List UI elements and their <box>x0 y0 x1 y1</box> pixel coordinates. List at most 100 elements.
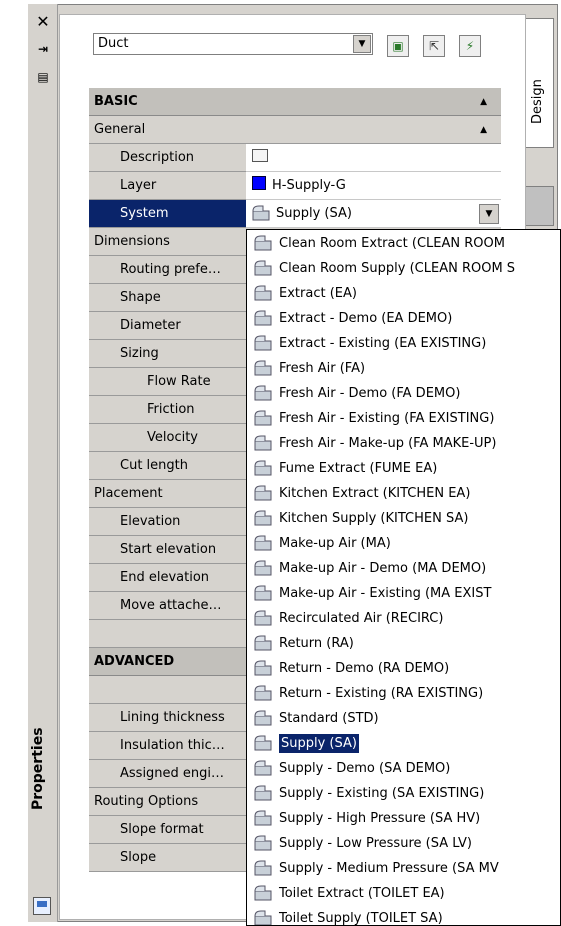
system-option[interactable]: Toilet Supply (TOILET SA) <box>247 906 560 925</box>
duct-system-icon <box>254 635 272 651</box>
toggle-pickadd-icon[interactable]: ▣ <box>387 35 409 57</box>
velocity-label: Velocity <box>89 424 246 452</box>
system-option[interactable]: Return (RA) <box>247 631 560 656</box>
duct-system-icon <box>254 735 272 751</box>
tab-design[interactable]: Design <box>526 18 554 148</box>
system-option[interactable]: Extract - Demo (EA DEMO) <box>247 306 560 331</box>
system-option-label: Clean Room Supply (CLEAN ROOM S <box>279 261 516 276</box>
friction-label: Friction <box>89 396 246 424</box>
move-attached-label: Move attache… <box>89 592 246 620</box>
palette-settings-icon[interactable] <box>33 897 51 915</box>
system-option-label: Extract - Existing (EA EXISTING) <box>279 336 487 351</box>
tab-design-label: Design <box>530 79 545 124</box>
system-option[interactable]: Supply - Medium Pressure (SA MV <box>247 856 560 881</box>
routing-pref-label: Routing prefe… <box>89 256 246 284</box>
row-system[interactable]: System Supply (SA) ▼ <box>89 200 501 228</box>
system-option-label: Clean Room Extract (CLEAN ROOM <box>279 236 505 251</box>
system-option[interactable]: Clean Room Extract (CLEAN ROOM <box>247 231 560 256</box>
system-option[interactable]: Supply - Demo (SA DEMO) <box>247 756 560 781</box>
collapse-icon[interactable]: ▲ <box>480 116 487 144</box>
quick-select-icon[interactable]: ⚡ <box>459 35 481 57</box>
elevation-label: Elevation <box>89 508 246 536</box>
object-type-select[interactable]: Duct ▼ <box>93 33 373 55</box>
tab-extended[interactable] <box>526 186 554 226</box>
shape-label: Shape <box>89 284 246 312</box>
duct-system-icon <box>254 610 272 626</box>
duct-system-icon <box>254 785 272 801</box>
row-description[interactable]: Description <box>89 144 501 172</box>
system-option-label: Fume Extract (FUME EA) <box>279 461 438 476</box>
duct-system-icon <box>254 660 272 676</box>
system-option[interactable]: Fume Extract (FUME EA) <box>247 456 560 481</box>
duct-system-icon <box>254 760 272 776</box>
system-option[interactable]: Fresh Air (FA) <box>247 356 560 381</box>
section-advanced-label: ADVANCED <box>94 654 175 669</box>
select-objects-icon[interactable]: ⇱ <box>423 35 445 57</box>
section-basic[interactable]: BASIC ▲ <box>89 88 501 116</box>
system-option[interactable]: Make-up Air - Existing (MA EXIST <box>247 581 560 606</box>
row-layer[interactable]: Layer H-Supply-G <box>89 172 501 200</box>
description-value[interactable] <box>246 144 501 172</box>
chevron-down-icon[interactable]: ▼ <box>479 204 499 224</box>
system-option[interactable]: Make-up Air - Demo (MA DEMO) <box>247 556 560 581</box>
system-option-label: Make-up Air - Existing (MA EXIST <box>279 586 492 601</box>
autohide-icon[interactable]: ⇥ <box>28 42 58 56</box>
system-option[interactable]: Fresh Air - Demo (FA DEMO) <box>247 381 560 406</box>
system-option[interactable]: Recirculated Air (RECIRC) <box>247 606 560 631</box>
duct-system-icon <box>254 710 272 726</box>
system-select[interactable]: Supply (SA) ▼ <box>246 200 501 228</box>
palette-menu-icon[interactable]: ▤ <box>28 70 58 84</box>
duct-system-icon <box>254 385 272 401</box>
duct-system-icon <box>254 910 272 925</box>
duct-system-icon <box>254 535 272 551</box>
end-elevation-label: End elevation <box>89 564 246 592</box>
duct-system-icon <box>254 460 272 476</box>
system-option[interactable]: Supply - Low Pressure (SA LV) <box>247 831 560 856</box>
slope-label: Slope <box>89 844 246 872</box>
system-option[interactable]: Supply - High Pressure (SA HV) <box>247 806 560 831</box>
system-option-label: Fresh Air (FA) <box>279 361 366 376</box>
start-elevation-label: Start elevation <box>89 536 246 564</box>
system-option-label: Supply - Low Pressure (SA LV) <box>279 836 473 851</box>
system-dropdown-list[interactable]: Clean Room Extract (CLEAN ROOM Clean Room… <box>246 229 561 926</box>
system-option[interactable]: Extract (EA) <box>247 281 560 306</box>
system-option[interactable]: Return - Demo (RA DEMO) <box>247 656 560 681</box>
category-general[interactable]: General ▲ <box>89 116 501 144</box>
system-option[interactable]: Supply - Existing (SA EXISTING) <box>247 781 560 806</box>
duct-system-icon <box>254 235 272 251</box>
system-option[interactable]: Make-up Air (MA) <box>247 531 560 556</box>
system-option[interactable]: Return - Existing (RA EXISTING) <box>247 681 560 706</box>
system-option-label: Supply - Existing (SA EXISTING) <box>279 786 485 801</box>
layer-color-swatch <box>252 176 266 190</box>
system-option[interactable]: Fresh Air - Existing (FA EXISTING) <box>247 406 560 431</box>
flow-rate-label: Flow Rate <box>89 368 246 396</box>
duct-system-icon <box>254 510 272 526</box>
advanced-empty-label <box>89 676 246 704</box>
system-option-label: Supply - Demo (SA DEMO) <box>279 761 451 776</box>
system-option[interactable]: Kitchen Supply (KITCHEN SA) <box>247 506 560 531</box>
system-option-label: Supply - High Pressure (SA HV) <box>279 811 481 826</box>
description-edit-icon[interactable] <box>252 149 268 162</box>
system-option[interactable]: Standard (STD) <box>247 706 560 731</box>
system-option[interactable]: Clean Room Supply (CLEAN ROOM S <box>247 256 560 281</box>
system-option[interactable]: Fresh Air - Make-up (FA MAKE-UP) <box>247 431 560 456</box>
layer-value-text: H-Supply-G <box>272 178 346 193</box>
empty-label <box>89 620 246 648</box>
system-option-label: Toilet Extract (TOILET EA) <box>279 886 445 901</box>
system-option-label: Extract (EA) <box>279 286 357 301</box>
collapse-icon[interactable]: ▲ <box>480 88 487 116</box>
chevron-down-icon[interactable]: ▼ <box>353 35 371 53</box>
category-general-label: General <box>94 122 146 137</box>
category-placement-label: Placement <box>94 486 163 501</box>
layer-value[interactable]: H-Supply-G <box>246 172 501 200</box>
system-option[interactable]: Toilet Extract (TOILET EA) <box>247 881 560 906</box>
system-option[interactable]: Supply (SA) <box>247 731 560 756</box>
duct-system-icon <box>254 310 272 326</box>
system-option[interactable]: Extract - Existing (EA EXISTING) <box>247 331 560 356</box>
system-option-label: Supply - Medium Pressure (SA MV <box>279 861 499 876</box>
close-icon[interactable]: ✕ <box>28 12 58 31</box>
duct-system-icon <box>252 205 270 221</box>
section-basic-label: BASIC <box>94 94 138 109</box>
duct-system-icon <box>254 260 272 276</box>
system-option[interactable]: Kitchen Extract (KITCHEN EA) <box>247 481 560 506</box>
